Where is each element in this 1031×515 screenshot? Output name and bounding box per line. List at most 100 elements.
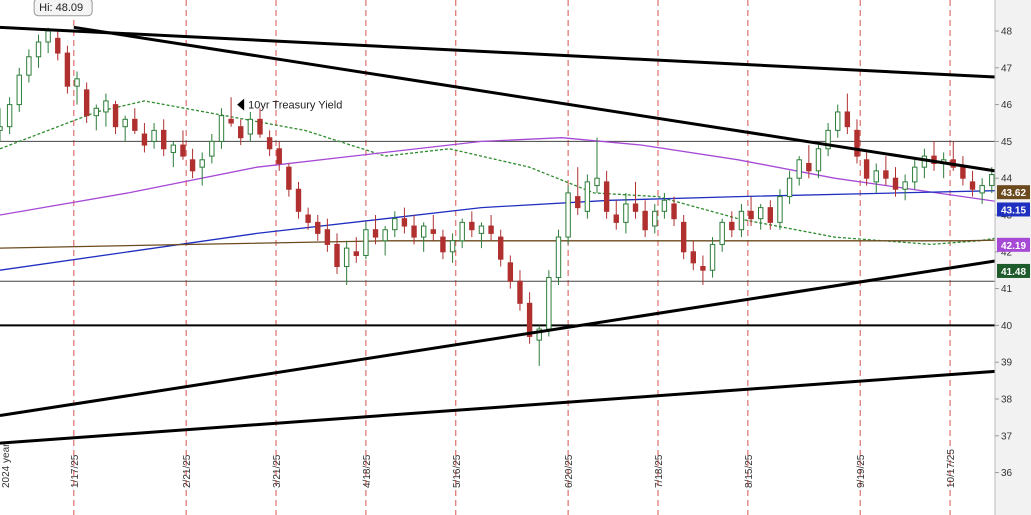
candle-body — [209, 140, 215, 157]
x-tick-label: 8/15/25 — [744, 454, 755, 488]
x-tick-label: 2/21/25 — [182, 454, 193, 488]
candle-body — [488, 225, 494, 234]
y-tick-label: 47 — [1001, 63, 1013, 74]
candle-body — [257, 118, 263, 135]
candle-body — [160, 129, 167, 150]
candle-body — [786, 177, 793, 198]
candle-body — [343, 247, 350, 268]
hi-callout: Hi: 48.09 — [33, 0, 93, 17]
y-tick-label: 36 — [1001, 468, 1013, 479]
candle-body — [324, 229, 331, 245]
candle-body — [700, 266, 706, 271]
candle-body — [777, 196, 783, 223]
candle-body — [103, 100, 109, 113]
price-tag: 43.15 — [997, 202, 1030, 217]
year-label: 2024 year — [1, 443, 12, 488]
price-tag-label: 43.15 — [1001, 205, 1026, 216]
candle-body — [806, 162, 812, 172]
y-tick-label: 44 — [1001, 174, 1013, 185]
plot-area — [0, 0, 995, 515]
candle-body — [363, 229, 369, 256]
y-tick-label: 45 — [1001, 137, 1013, 148]
candle-body — [555, 236, 562, 279]
candle-body — [478, 225, 485, 234]
x-tick-label: 7/18/25 — [654, 454, 665, 488]
candle-body — [122, 118, 128, 128]
candle-body — [565, 192, 571, 238]
price-chart[interactable]: Hi: 48.09 10yr Treasury Yield 2024 year … — [0, 0, 1031, 515]
candle-body — [247, 118, 254, 135]
candle-body — [709, 243, 716, 271]
candle-body — [189, 159, 196, 172]
candle-body — [420, 225, 427, 238]
candle-body — [690, 251, 696, 264]
candle-body — [729, 221, 735, 231]
y-tick-label: 46 — [1001, 100, 1013, 111]
candle-body — [584, 181, 591, 212]
candle-body — [459, 221, 465, 242]
candle-body — [266, 137, 273, 150]
chart-canvas: Hi: 48.09 10yr Treasury Yield 2024 year … — [0, 0, 1031, 515]
candle-body — [767, 207, 774, 223]
candle-body — [276, 148, 282, 164]
candle-body — [603, 181, 610, 212]
candle-body — [632, 203, 639, 212]
candle-body — [55, 37, 61, 54]
candle-body — [517, 280, 523, 304]
candle-body — [449, 240, 456, 253]
y-tick-label: 41 — [1001, 284, 1013, 295]
candle-body — [372, 229, 379, 238]
candle-body — [392, 218, 398, 231]
candle-body — [854, 129, 860, 157]
candle-body — [507, 262, 514, 282]
x-tick-label: 4/18/25 — [362, 454, 373, 488]
candle-body — [401, 218, 408, 227]
y-tick-label: 48 — [1001, 27, 1013, 38]
candle-body — [642, 210, 648, 231]
candle-body — [863, 159, 870, 179]
x-tick-label: 9/19/25 — [856, 454, 867, 488]
treasury-marker: 10yr Treasury Yield — [237, 98, 342, 112]
candle-body — [594, 177, 600, 187]
candle-body — [979, 185, 985, 194]
candle-body — [526, 302, 533, 337]
candle-body — [960, 166, 966, 179]
candle-body — [74, 78, 80, 87]
candle-body — [286, 166, 292, 190]
candle-body — [151, 129, 157, 142]
candle-body — [844, 111, 851, 128]
candle — [555, 229, 562, 285]
candle-body — [6, 104, 13, 128]
candle-body — [652, 210, 658, 227]
candle-body — [546, 277, 552, 330]
candle-body — [305, 214, 311, 223]
candle-body — [661, 199, 668, 212]
candle-body — [989, 174, 995, 187]
candle-body — [170, 144, 177, 153]
candle-body — [757, 207, 764, 220]
candle-body — [748, 210, 754, 220]
hi-label: Hi: 48.09 — [39, 2, 83, 14]
candle-body — [498, 236, 504, 260]
candle-body — [912, 166, 918, 183]
candle-body — [93, 107, 99, 117]
candle-body — [16, 74, 22, 106]
candle-body — [382, 229, 388, 242]
candle-body — [64, 52, 71, 87]
candle-body — [83, 89, 90, 117]
y-axis: 36373839404142434445464748 — [994, 0, 1031, 515]
candle-body — [112, 104, 119, 128]
candle-body — [334, 243, 340, 268]
candle-body — [228, 118, 234, 124]
candle-body — [45, 30, 51, 43]
x-tick-label: 5/16/25 — [452, 454, 463, 488]
candle-body — [883, 170, 889, 179]
price-tag: 42.19 — [997, 237, 1030, 252]
candle-body — [0, 126, 3, 131]
x-tick-label: 10/17/25 — [946, 449, 957, 488]
candle-body — [353, 251, 359, 256]
y-tick-label: 39 — [1001, 358, 1013, 369]
x-tick-label: 1/17/25 — [70, 454, 81, 488]
candle-body — [902, 181, 908, 190]
candle-body — [199, 159, 205, 168]
